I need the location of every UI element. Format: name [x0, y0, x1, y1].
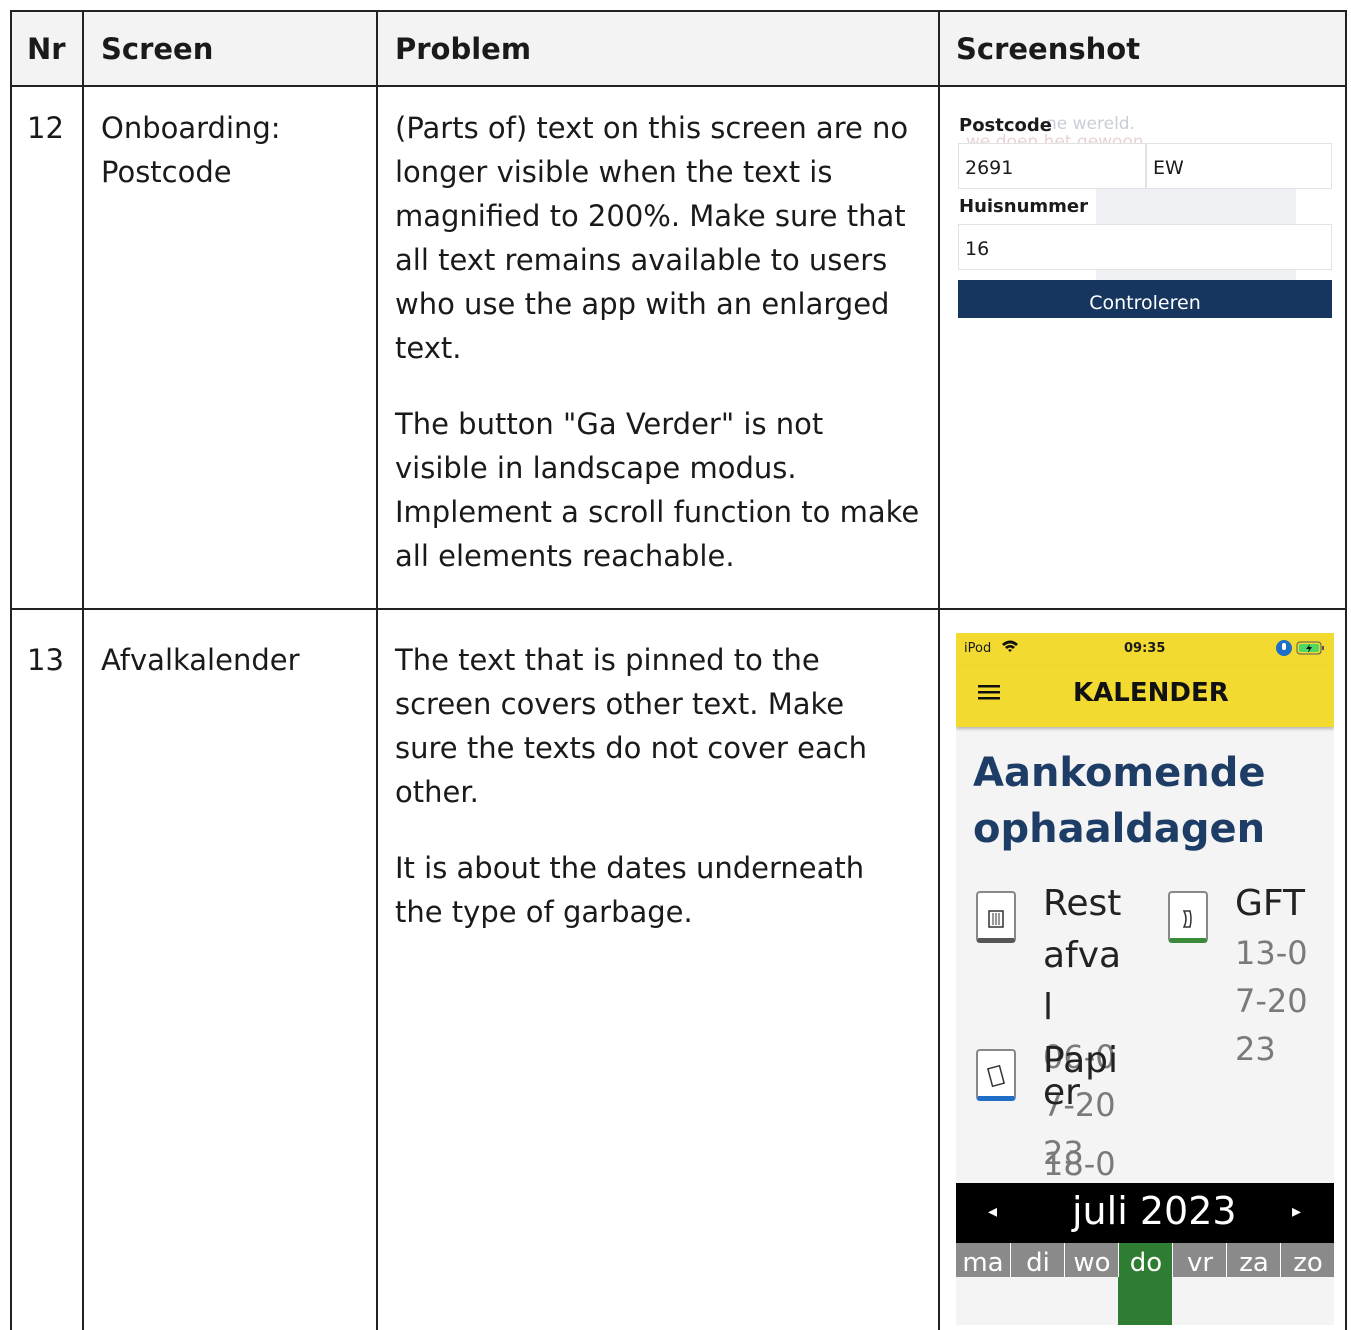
row-13-problem-p2: It is about the dates underneath the typ… [395, 851, 865, 929]
restafval-icon [976, 891, 1016, 943]
weekday-di: di [1010, 1243, 1065, 1278]
calendar-month: juli 2023 [1072, 1189, 1237, 1233]
gft-name: GFT [1235, 883, 1305, 924]
postcode-digits-input[interactable]: 2691 [958, 143, 1146, 189]
hamburger-icon[interactable] [978, 683, 1000, 705]
device-label: iPod [964, 641, 992, 656]
row-13-problem-p1: The text that is pinned to the screen co… [395, 643, 868, 809]
row-12-problem: (Parts of) text on this screen are no lo… [395, 106, 925, 610]
header-screenshot: Screenshot [956, 32, 1141, 66]
row-12-screen: Onboarding: Postcode [101, 111, 281, 189]
papier-icon [976, 1049, 1016, 1101]
calendar-weekdays: ma di wo do vr za zo [956, 1243, 1334, 1278]
weekday-za: za [1226, 1243, 1281, 1278]
row-13-problem: The text that is pinned to the screen co… [395, 638, 895, 966]
gft-icon [1168, 891, 1208, 943]
header-nr: Nr [27, 32, 66, 66]
weekday-ma: ma [962, 1248, 1004, 1278]
restafval-name: Rest afva l [1043, 883, 1122, 1028]
gft-date: 13-0 7-20 23 [1235, 934, 1308, 1068]
next-month-icon[interactable]: ▸ [1292, 1201, 1301, 1222]
papier-date: 18-0 [1043, 1145, 1116, 1183]
heading-line-2: ophaaldagen [973, 806, 1266, 852]
huisnummer-label: Huisnummer [959, 196, 1088, 217]
row-12-problem-p1: (Parts of) text on this screen are no lo… [395, 111, 909, 365]
row-13-nr: 13 [27, 643, 64, 677]
header-problem: Problem [395, 32, 532, 66]
postcode-label: Postcode [959, 115, 1053, 136]
row-12-nr: 12 [27, 111, 64, 145]
row-13-screen: Afvalkalender [101, 643, 300, 677]
weekday-zo: zo [1280, 1243, 1334, 1278]
wifi-icon [1001, 639, 1019, 657]
heading-line-1: Aankomende [973, 750, 1266, 796]
weekday-wo: wo [1064, 1243, 1119, 1278]
weekday-do: do [1118, 1243, 1173, 1278]
header-screen: Screen [101, 32, 214, 66]
status-time: 09:35 [1124, 641, 1166, 656]
calendar-dates [956, 1277, 1334, 1325]
row-12-problem-p2: The button "Ga Verder" is not visible in… [395, 407, 920, 573]
battery-icon [1296, 641, 1326, 659]
calendar-month-bar: ◂ juli 2023 ▸ [956, 1183, 1334, 1243]
controleren-button[interactable]: Controleren [958, 280, 1332, 318]
postcode-letters-input[interactable]: EW [1146, 143, 1332, 189]
screenshot-kalender: iPod 09:35 KALENDER Aankomende ophaaldag… [956, 633, 1334, 1325]
prev-month-icon[interactable]: ◂ [988, 1201, 997, 1222]
huisnummer-input[interactable]: 16 [958, 224, 1332, 270]
ghost-text: ne wereld. [1046, 114, 1135, 134]
status-bar: iPod 09:35 [956, 633, 1334, 665]
app-header: KALENDER [956, 665, 1334, 727]
papier-name: Papi er [1043, 1040, 1119, 1113]
today-cell[interactable] [1118, 1277, 1172, 1325]
header-title: KALENDER [1073, 678, 1229, 708]
page-heading: Aankomende ophaaldagen [973, 745, 1265, 857]
screenshot-postcode: ne wereld. we doen het gewoon Postcode 2… [946, 100, 1334, 318]
weekday-vr: vr [1172, 1243, 1227, 1278]
mic-icon [1276, 640, 1292, 660]
